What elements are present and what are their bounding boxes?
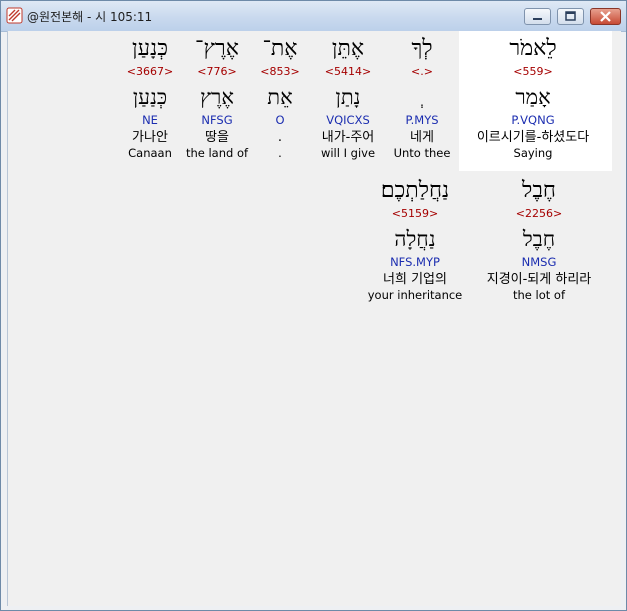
close-icon [600, 11, 611, 22]
hebrew-lemma: חֶבֶל [522, 227, 556, 251]
english-gloss: Saying [513, 146, 553, 160]
title-bar[interactable]: @원전본해 - 시 105:11 [1, 1, 626, 32]
maximize-icon [565, 11, 576, 21]
korean-gloss: 지경이-되게 하리라 [486, 272, 592, 287]
close-button[interactable] [590, 8, 621, 25]
bible-app-icon[interactable] [6, 7, 23, 24]
parsing-code: NMSG [521, 255, 557, 269]
verse-content: כְּנָעַן <3667> כְּנַעַן NE 가나안 Canaan א… [7, 31, 621, 606]
app-window: @원전본해 - 시 105:11 כְּנָעַן <3667> כְּנַעַ… [0, 0, 627, 611]
window-title: @원전본해 - 시 105:11 [27, 10, 153, 24]
parsing-code: P.VQNG [511, 113, 555, 127]
minimize-button[interactable] [524, 8, 551, 25]
english-gloss: the lot of [512, 288, 565, 302]
word-column-selected[interactable]: לֵאמֹר <559> אָמַר P.VQNG 이르시기를-하셨도다 Say… [453, 36, 613, 160]
hebrew-lemma: אָמַר [515, 85, 551, 109]
word-column[interactable]: חֶבֶל <2256> חֶבֶל NMSG 지경이-되게 하리라 the l… [459, 178, 619, 302]
hebrew-word: חֶבֶל [522, 178, 556, 203]
strong-number: <2256> [515, 207, 563, 220]
hebrew-word: לֵאמֹר [509, 36, 557, 61]
maximize-button[interactable] [557, 8, 584, 25]
minimize-icon [533, 18, 542, 20]
korean-gloss: 이르시기를-하셨도다 [476, 130, 590, 145]
strong-number: <559> [513, 65, 553, 78]
